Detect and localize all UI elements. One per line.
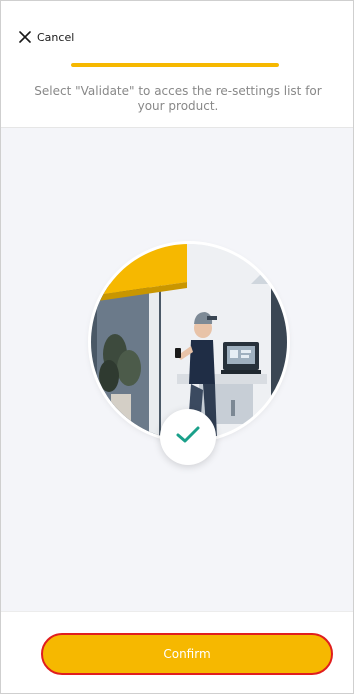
cancel-label: Cancel xyxy=(37,30,75,44)
cancel-button[interactable]: Cancel xyxy=(19,27,74,47)
confirm-button[interactable]: Confirm xyxy=(41,633,333,675)
main-content xyxy=(1,128,353,611)
app-window: Cancel Select "Validate" to acces the re… xyxy=(0,0,354,694)
close-icon xyxy=(19,31,31,43)
progress-bar xyxy=(71,63,279,67)
progress-fill xyxy=(71,63,279,67)
checkmark-icon xyxy=(175,425,201,449)
header: Cancel Select "Validate" to acces the re… xyxy=(1,1,353,127)
instruction-text: Select "Validate" to acces the re-settin… xyxy=(34,84,322,113)
footer: Confirm xyxy=(1,611,353,693)
success-badge xyxy=(160,409,216,465)
